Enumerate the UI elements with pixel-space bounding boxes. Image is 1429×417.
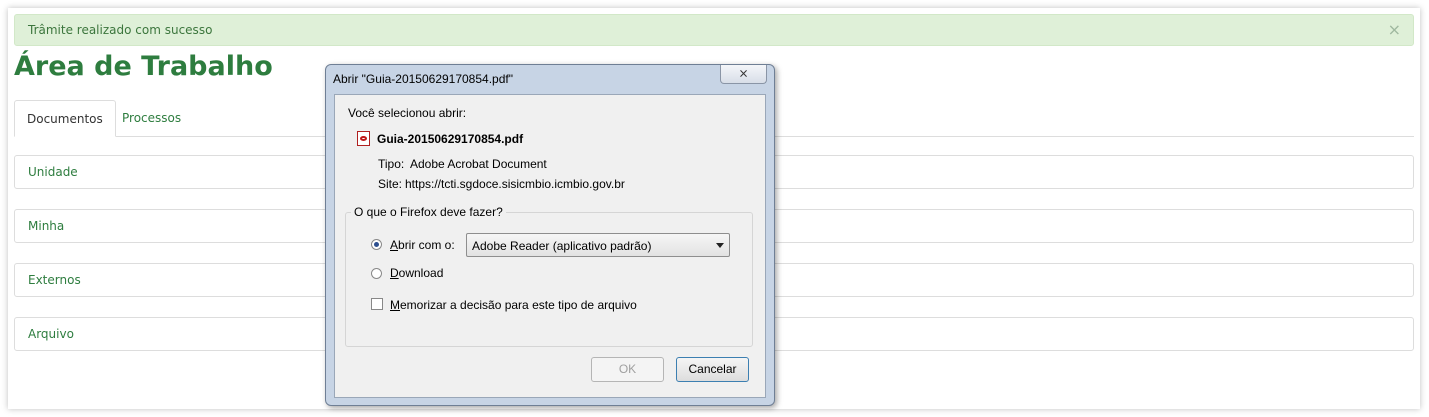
pdf-file-icon (357, 131, 370, 146)
tab-processos[interactable]: Processos (110, 100, 193, 136)
dialog-title: Abrir "Guia-20150629170854.pdf" (333, 72, 513, 86)
download-radio[interactable] (371, 268, 382, 279)
selected-text: Você selecionou abrir: (348, 106, 467, 120)
cancel-button[interactable]: Cancelar (676, 357, 749, 382)
select-value: Adobe Reader (aplicativo padrão) (472, 239, 652, 253)
type-value: Adobe Acrobat Document (410, 157, 547, 171)
group-label: O que o Firefox deve fazer? (351, 205, 506, 219)
open-with-label[interactable]: Abrir com o: (390, 238, 455, 252)
dialog-body: Você selecionou abrir: Guia-201506291708… (334, 94, 766, 398)
success-alert: Trâmite realizado com sucesso × (14, 14, 1414, 46)
panel-label: Externos (28, 273, 81, 287)
open-file-dialog: Abrir "Guia-20150629170854.pdf" ⨯ Você s… (325, 64, 775, 406)
tab-documentos[interactable]: Documentos (14, 100, 116, 137)
page-title: Área de Trabalho (14, 51, 273, 82)
type-label: Tipo: (378, 157, 405, 171)
ok-button[interactable]: OK (591, 357, 664, 382)
panel-label: Minha (28, 219, 65, 233)
file-name: Guia-20150629170854.pdf (377, 132, 524, 146)
open-with-radio[interactable] (371, 239, 382, 250)
application-select[interactable]: Adobe Reader (aplicativo padrão) (466, 233, 730, 257)
close-icon[interactable]: × (1388, 20, 1401, 39)
site-value: https://tcti.sgdoce.sisicmbio.icmbio.gov… (405, 177, 625, 191)
panel-label: Arquivo (28, 327, 74, 341)
remember-label[interactable]: Memorizar a decisão para este tipo de ar… (390, 298, 637, 312)
chevron-down-icon (716, 243, 724, 248)
close-icon[interactable]: ⨯ (720, 65, 767, 84)
remember-checkbox[interactable] (371, 298, 383, 310)
site-label: Site: (378, 177, 403, 191)
download-label[interactable]: Download (390, 266, 443, 280)
panel-label: Unidade (28, 165, 78, 179)
alert-message: Trâmite realizado com sucesso (28, 23, 213, 37)
